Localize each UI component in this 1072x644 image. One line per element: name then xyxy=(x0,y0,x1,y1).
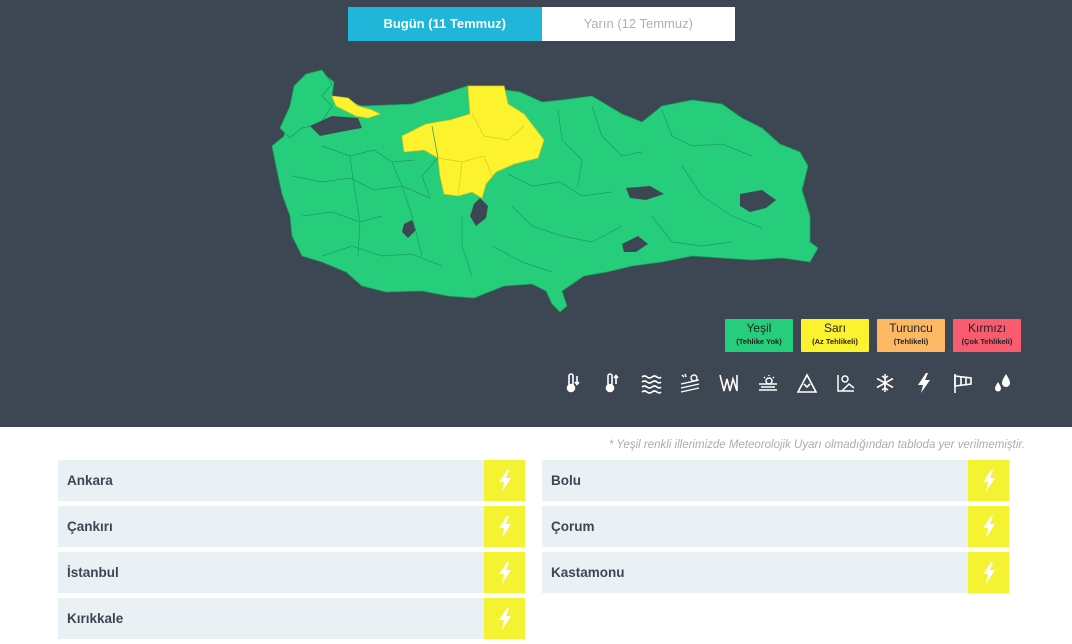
lightning-warning-icon[interactable] xyxy=(968,552,1009,593)
windsock-icon[interactable] xyxy=(947,371,979,395)
province-list-right: Bolu Çorum Kastamonu xyxy=(542,460,1009,598)
legend-green-label: Yeşil xyxy=(746,321,772,335)
day-tabs: Bugün (11 Temmuz) Yarın (12 Temmuz) xyxy=(348,7,735,41)
lightning-warning-icon[interactable] xyxy=(968,460,1009,501)
legend-yellow-sub: (Az Tehlikeli) xyxy=(812,337,858,346)
cold-thermometer-icon[interactable] xyxy=(557,371,589,395)
legend-red: Kırmızı (Çok Tehlikeli) xyxy=(953,319,1021,352)
warning-map-panel: Bugün (11 Temmuz) Yarın (12 Temmuz) Yeşi… xyxy=(0,0,1072,427)
dust-sand-icon[interactable] xyxy=(674,371,706,395)
province-list-left: Ankara Çankırı İstanbul Kırıkkale xyxy=(58,460,525,644)
province-row[interactable]: Çankırı xyxy=(58,506,525,547)
province-name: Çankırı xyxy=(67,519,113,534)
lightning-warning-icon[interactable] xyxy=(484,506,525,547)
province-name: Çorum xyxy=(551,519,595,534)
tab-tomorrow[interactable]: Yarın (12 Temmuz) xyxy=(541,7,735,41)
province-row[interactable]: Çorum xyxy=(542,506,1009,547)
province-row[interactable]: Kastamonu xyxy=(542,552,1009,593)
avalanche-lines-icon[interactable] xyxy=(713,371,745,395)
hot-thermometer-icon[interactable] xyxy=(596,371,628,395)
province-name: İstanbul xyxy=(67,565,119,580)
storm-warning-icon[interactable] xyxy=(830,371,862,395)
legend-orange: Turuncu (Tehlikeli) xyxy=(877,319,945,352)
lightning-warning-icon[interactable] xyxy=(484,460,525,501)
province-row[interactable]: İstanbul xyxy=(58,552,525,593)
turkey-map[interactable] xyxy=(262,66,822,318)
rain-drops-icon[interactable] xyxy=(986,371,1018,395)
snowflake-icon[interactable] xyxy=(869,371,901,395)
province-row[interactable]: Bolu xyxy=(542,460,1009,501)
province-row[interactable]: Kırıkkale xyxy=(58,598,525,639)
lightning-warning-icon[interactable] xyxy=(968,506,1009,547)
province-name: Kastamonu xyxy=(551,565,625,580)
fog-waves-icon[interactable] xyxy=(635,371,667,395)
legend-green-sub: (Tehlike Yok) xyxy=(736,337,782,346)
snow-mountain-icon[interactable] xyxy=(791,371,823,395)
province-name: Bolu xyxy=(551,473,581,488)
legend-red-sub: (Çok Tehlikeli) xyxy=(961,337,1013,346)
lightning-warning-icon[interactable] xyxy=(484,552,525,593)
tab-today[interactable]: Bugün (11 Temmuz) xyxy=(348,7,542,41)
province-name: Kırıkkale xyxy=(67,611,124,626)
province-name: Ankara xyxy=(67,473,113,488)
lightning-icon[interactable] xyxy=(908,371,940,395)
legend-orange-sub: (Tehlikeli) xyxy=(893,337,929,346)
lightning-warning-icon[interactable] xyxy=(484,598,525,639)
legend-yellow: Sarı (Az Tehlikeli) xyxy=(801,319,869,352)
legend-green: Yeşil (Tehlike Yok) xyxy=(725,319,793,352)
legend-red-label: Kırmızı xyxy=(968,321,1006,335)
green-provinces-note: * Yeşil renkli illerimizde Meteorolojik … xyxy=(608,439,1025,451)
weather-type-icons xyxy=(557,371,1018,395)
legend: Yeşil (Tehlike Yok) Sarı (Az Tehlikeli) … xyxy=(725,319,1021,352)
province-row[interactable]: Ankara xyxy=(58,460,525,501)
legend-orange-label: Turuncu xyxy=(889,321,933,335)
wind-fog-icon[interactable] xyxy=(752,371,784,395)
legend-yellow-label: Sarı xyxy=(823,321,846,335)
